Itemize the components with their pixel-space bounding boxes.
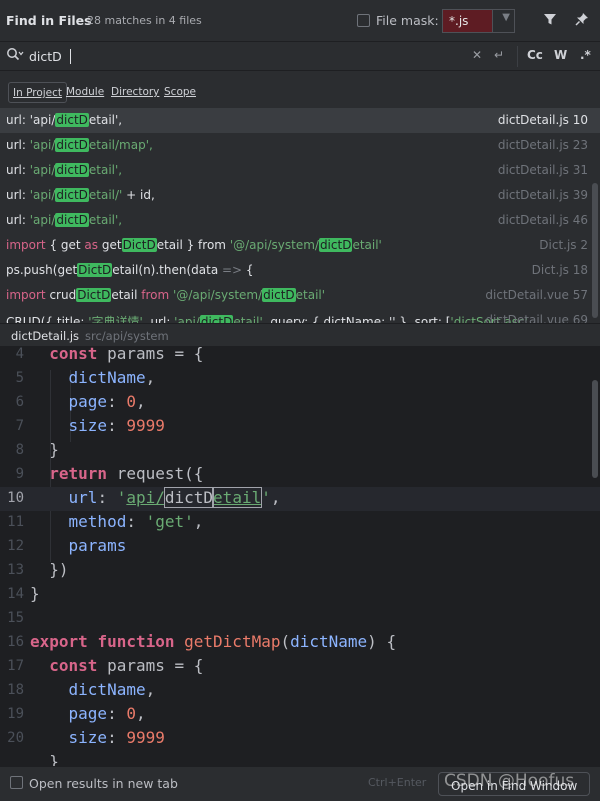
editor-scrollbar[interactable] <box>592 380 598 478</box>
scope-tabs: In Project Module Directory Scope <box>0 71 600 108</box>
code-line: 5 dictName, <box>15 368 156 387</box>
result-text: import crudDictDetail from '@/api/system… <box>6 288 326 302</box>
result-text: url: 'api/dictDetail', <box>6 113 123 127</box>
separator <box>517 46 518 67</box>
new-line-icon[interactable]: ↵ <box>494 48 504 62</box>
result-row[interactable]: url: 'api/dictDetail/map', dictDetail.js… <box>0 133 600 158</box>
result-row[interactable]: import { get as getDictDetail } from '@/… <box>0 233 600 258</box>
code-line: 11 method: 'get', <box>7 512 204 531</box>
match-case-button[interactable]: Cc <box>527 48 543 62</box>
filter-icon[interactable] <box>543 12 557 30</box>
tab-in-project[interactable]: In Project <box>8 82 68 103</box>
result-file: Dict.js 2 <box>539 238 588 252</box>
regex-button[interactable]: .* <box>580 48 591 62</box>
text-caret <box>70 49 71 64</box>
tab-directory[interactable]: Directory <box>107 82 163 103</box>
result-file: dictDetail.js 10 <box>497 113 588 127</box>
result-text: CRUD({ title: '字典详情', url: 'api/dictDeta… <box>6 313 528 323</box>
search-history-icon[interactable] <box>6 47 24 63</box>
result-row[interactable]: url: 'api/dictDetail', dictDetail.js 31 <box>0 158 600 183</box>
result-file: dictDetail.vue 69 <box>485 313 588 323</box>
tab-module[interactable]: Module <box>62 82 108 103</box>
code-line: 20 size: 9999 <box>7 728 165 747</box>
result-file: Dict.js 18 <box>531 263 588 277</box>
tab-scope[interactable]: Scope <box>160 82 200 103</box>
code-line: 18 dictName, <box>7 680 156 699</box>
open-new-tab-label[interactable]: Open results in new tab <box>29 776 178 791</box>
search-input[interactable] <box>29 47 459 65</box>
whole-words-button[interactable]: W <box>554 48 567 62</box>
result-row[interactable]: url: 'api/dictDetail', dictDetail.js 46 <box>0 208 600 233</box>
result-file: dictDetail.vue 57 <box>485 288 588 302</box>
result-row[interactable]: ps.push(getDictDetail(n).then(data => { … <box>0 258 600 283</box>
result-row[interactable]: CRUD({ title: '字典详情', url: 'api/dictDeta… <box>0 308 600 323</box>
result-row[interactable]: url: 'api/dictDetail/' + id, dictDetail.… <box>0 183 600 208</box>
code-line: 13 }) <box>7 560 69 579</box>
result-file: dictDetail.js 31 <box>497 163 588 177</box>
shortcut-hint: Ctrl+Enter <box>368 776 427 789</box>
code-line: 7 size: 9999 <box>15 416 165 435</box>
result-file: dictDetail.js 46 <box>497 213 588 227</box>
file-mask-checkbox[interactable] <box>357 14 370 27</box>
file-mask-label: File mask: <box>376 13 439 28</box>
code-preview-editor[interactable]: 4 const params = { 5 dictName, 6 page: 0… <box>0 346 600 766</box>
code-line: 19 page: 0, <box>7 704 146 723</box>
title-bar: Find in Files 28 matches in 4 files File… <box>0 0 600 42</box>
result-row[interactable]: import crudDictDetail from '@/api/system… <box>0 283 600 308</box>
file-mask-combobox[interactable]: *.js ▼ <box>442 9 515 33</box>
search-row: ✕ ↵ Cc W .* <box>0 42 600 71</box>
result-text: url: 'api/dictDetail', <box>6 213 123 227</box>
code-line: 4 const params = { <box>15 346 204 363</box>
dialog-title: Find in Files <box>6 13 92 28</box>
preview-header: dictDetail.js src/api/system <box>0 323 600 346</box>
code-line: 14} <box>7 584 40 603</box>
code-line: 8 } <box>15 440 59 459</box>
result-text: import { get as getDictDetail } from '@/… <box>6 238 382 252</box>
clear-search-icon[interactable]: ✕ <box>472 48 482 62</box>
code-line-current: 10 url: 'api/dictDetail', <box>0 487 600 511</box>
watermark: CSDN @Hoofus <box>444 771 575 791</box>
results-list: url: 'api/dictDetail', dictDetail.js 10 … <box>0 108 600 323</box>
result-file: dictDetail.js 23 <box>497 138 588 152</box>
code-line: 17 const params = { <box>7 656 204 675</box>
preview-file-name: dictDetail.js <box>11 329 80 343</box>
file-mask-value[interactable]: *.js <box>443 10 493 32</box>
result-text: url: 'api/dictDetail/map', <box>6 138 153 152</box>
code-line: 15 <box>7 610 24 626</box>
match-count: 28 matches in 4 files <box>87 14 202 27</box>
result-text: ps.push(getDictDetail(n).then(data => { <box>6 263 254 277</box>
result-text: url: 'api/dictDetail', <box>6 163 123 177</box>
code-line: } <box>30 752 59 766</box>
code-line: 16 export function getDictMap(dictName) { <box>7 632 397 651</box>
pin-icon[interactable] <box>575 12 589 30</box>
preview-file-path: src/api/system <box>85 329 169 343</box>
result-text: url: 'api/dictDetail/' + id, <box>6 188 155 202</box>
result-file: dictDetail.js 39 <box>497 188 588 202</box>
chevron-down-icon[interactable]: ▼ <box>502 12 510 23</box>
result-row[interactable]: url: 'api/dictDetail', dictDetail.js 10 <box>0 108 600 133</box>
code-line: 9 return request({ <box>15 464 204 483</box>
code-line: 12 params <box>7 536 127 555</box>
open-new-tab-checkbox[interactable] <box>10 776 23 789</box>
results-scrollbar[interactable] <box>592 183 598 318</box>
search-match-highlight: dictD <box>163 487 215 508</box>
code-line: 6 page: 0, <box>15 392 146 411</box>
